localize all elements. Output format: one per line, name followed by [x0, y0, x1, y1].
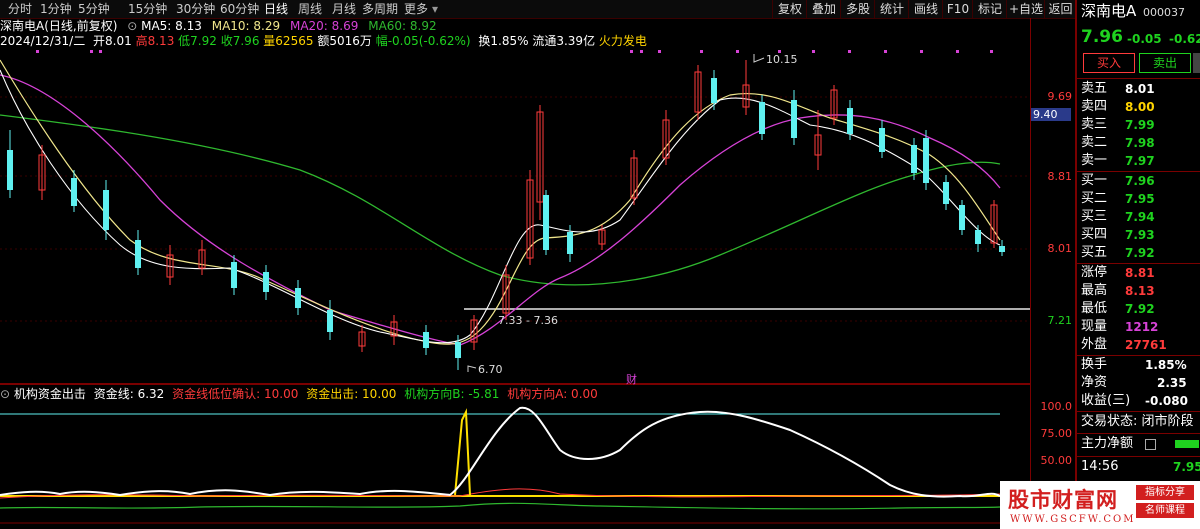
eps-value: -0.080	[1145, 394, 1188, 408]
limit-up-label: 涨停	[1081, 265, 1108, 280]
ask4-label: 卖四	[1081, 99, 1108, 114]
indicator-name: 机构资金出击	[13, 387, 86, 401]
last-price: 7.96	[1081, 27, 1123, 47]
indicator-axis-75: 75.00	[1040, 427, 1073, 440]
high-annotation: 10.15	[766, 53, 798, 66]
current-volume-label: 现量	[1081, 319, 1108, 334]
signal-dots	[36, 50, 993, 53]
high-value: 8.13	[1125, 284, 1155, 298]
bid1-label: 买一	[1081, 173, 1108, 188]
watermark-logo: 股市财富网 指标分享 名师课程 WWW.GSCFW.COM	[1000, 481, 1200, 529]
price-label-3: 8.81	[1047, 170, 1073, 183]
flow-bar	[1175, 440, 1199, 448]
low-label: 最低	[1081, 301, 1108, 316]
ask4-price: 8.00	[1125, 100, 1155, 114]
high-label: 最高	[1081, 283, 1108, 298]
price-pct: -0.62%	[1169, 32, 1200, 46]
ma60-line	[0, 114, 1001, 286]
bid5-price: 7.92	[1125, 246, 1155, 260]
ask2-price: 7.98	[1125, 136, 1155, 150]
ask1-label: 卖一	[1081, 153, 1108, 168]
price-label-1: 9.69	[1047, 90, 1073, 103]
indicator-settings-icon[interactable]: ⊙	[0, 387, 10, 401]
bid5-label: 买五	[1081, 245, 1108, 260]
bid2-price: 7.95	[1125, 192, 1155, 206]
ask5-label: 卖五	[1081, 81, 1108, 96]
bid4-price: 7.93	[1125, 228, 1155, 242]
turnover-value: 1.85%	[1145, 358, 1187, 372]
trade-status: 交易状态: 闭市阶段	[1081, 414, 1194, 429]
indicator-cj: 资金出击: 10.00	[306, 387, 397, 401]
finance-marker: 财	[626, 372, 637, 386]
ask2-label: 卖二	[1081, 135, 1108, 150]
current-volume-value: 1212	[1125, 320, 1159, 334]
stock-name: 深南电A	[1081, 2, 1137, 20]
ask3-label: 卖三	[1081, 117, 1108, 132]
watermark-tag2: 名师课程	[1136, 503, 1194, 518]
list-icon[interactable]	[1145, 439, 1156, 450]
buy-button[interactable]: 买入	[1083, 53, 1135, 73]
indicator-legend: ⊙ 机构资金出击 资金线: 6.32 资金线低位确认: 10.00 资金出击: …	[0, 386, 598, 402]
stock-code: 000037	[1143, 6, 1185, 19]
indicator-white-line	[0, 406, 1001, 498]
price-label-5: 7.21	[1047, 314, 1073, 327]
indicator-green-line	[0, 502, 1001, 510]
tick-time: 14:56	[1081, 459, 1119, 474]
bid3-price: 7.94	[1125, 210, 1155, 224]
price-label-4: 8.01	[1047, 242, 1073, 255]
main-flow-label: 主力净额	[1081, 436, 1134, 451]
price-axis: 9.69 9.40 8.81 8.01 7.21 100.0 75.00 50.…	[1030, 18, 1076, 529]
limit-up-value: 8.81	[1125, 266, 1155, 280]
outer-volume-label: 外盘	[1081, 337, 1108, 352]
indicator-axis-50: 50.00	[1040, 454, 1073, 467]
price-change: -0.05	[1127, 32, 1162, 46]
scroll-handle[interactable]	[1193, 53, 1200, 73]
net-assets-value: 2.35	[1157, 376, 1187, 390]
indicator-axis-100: 100.0	[1040, 400, 1073, 413]
indicator-zj: 资金线: 6.32	[93, 387, 165, 401]
tick-price: 7.95	[1173, 460, 1200, 474]
indicator-dw: 资金线低位确认: 10.00	[172, 387, 299, 401]
turnover-label: 换手	[1081, 357, 1108, 372]
price-highlight: 9.40	[1031, 108, 1071, 121]
watermark-url: WWW.GSCFW.COM	[1010, 514, 1136, 525]
low-annotation: 6.70	[478, 363, 503, 376]
watermark-title: 股市财富网	[1008, 488, 1118, 512]
range-annotation: 7.33 - 7.36	[498, 314, 558, 327]
quote-panel: 深南电A 000037 7.96 -0.05 -0.62% 买入 卖出 卖五 8…	[1075, 0, 1200, 529]
indicator-fa: 机构方向A: 0.00	[507, 387, 598, 401]
indicator-fb: 机构方向B: -5.81	[404, 387, 500, 401]
sell-button[interactable]: 卖出	[1139, 53, 1191, 73]
watermark-tag1: 指标分享	[1136, 485, 1194, 500]
ask3-price: 7.99	[1125, 118, 1155, 132]
back-button[interactable]: 返回	[1044, 0, 1076, 18]
bid3-label: 买三	[1081, 209, 1108, 224]
bid4-label: 买四	[1081, 227, 1108, 242]
net-assets-label: 净资	[1081, 375, 1108, 390]
ask1-price: 7.97	[1125, 154, 1155, 168]
outer-volume-value: 27761	[1125, 338, 1167, 352]
kline-chart[interactable]: 10.15 6.70 7.33 - 7.36 财	[0, 0, 1030, 529]
eps-label: 收益(三)	[1081, 393, 1131, 408]
ask5-price: 8.01	[1125, 82, 1155, 96]
bid1-price: 7.96	[1125, 174, 1155, 188]
low-value: 7.92	[1125, 302, 1155, 316]
bid2-label: 买二	[1081, 191, 1108, 206]
